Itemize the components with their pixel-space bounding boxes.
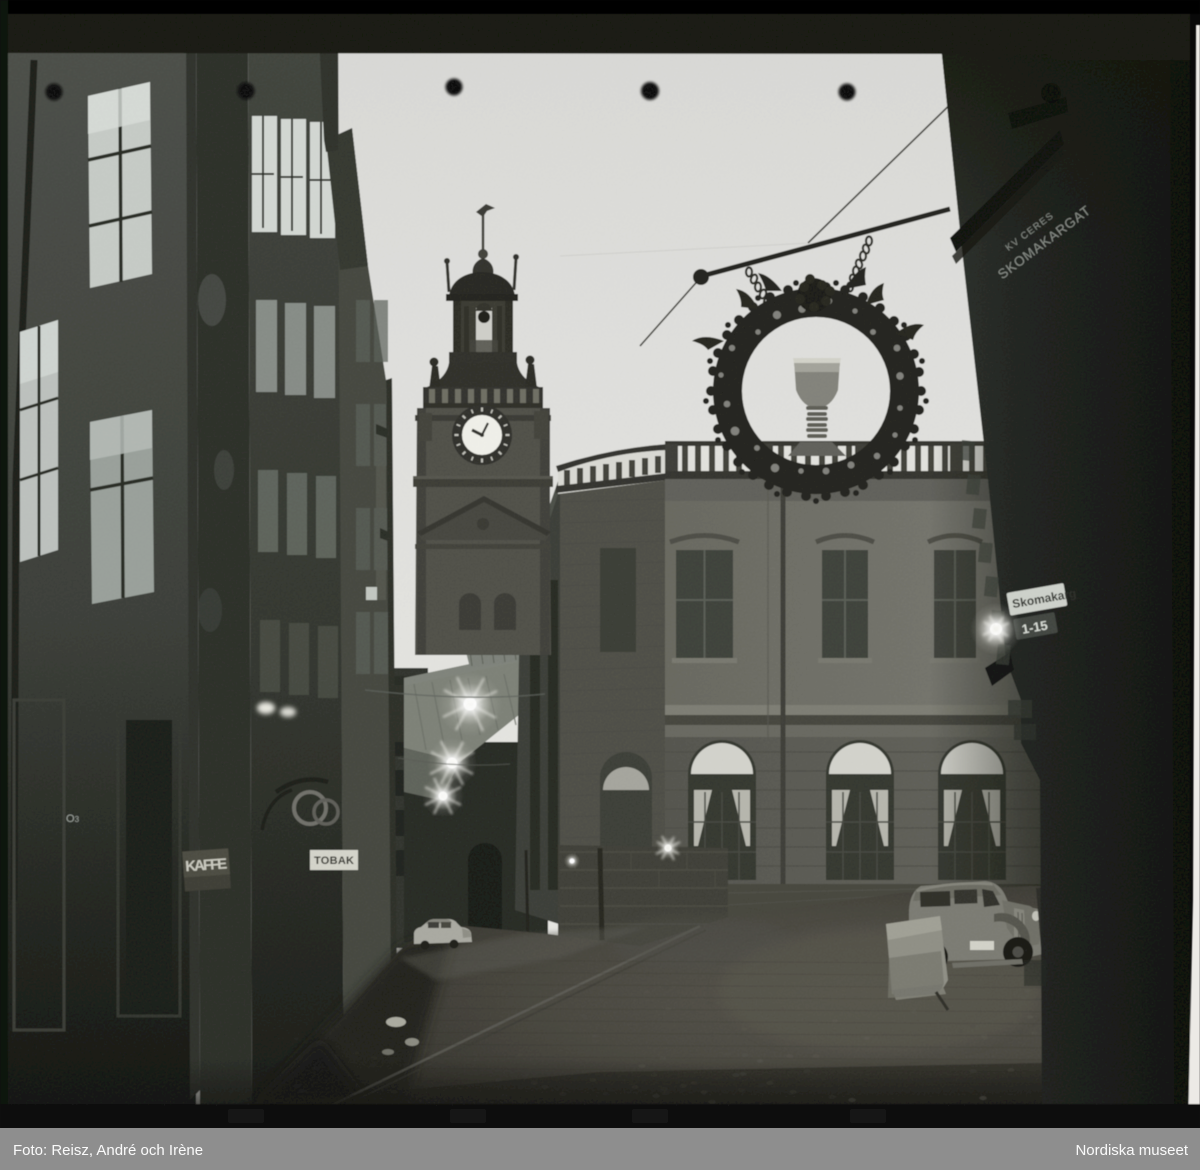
svg-text:Foto: Reisz, André och Irène: Foto: Reisz, André och Irène xyxy=(13,1142,203,1159)
svg-text:Nordiska museet: Nordiska museet xyxy=(1075,1142,1188,1159)
